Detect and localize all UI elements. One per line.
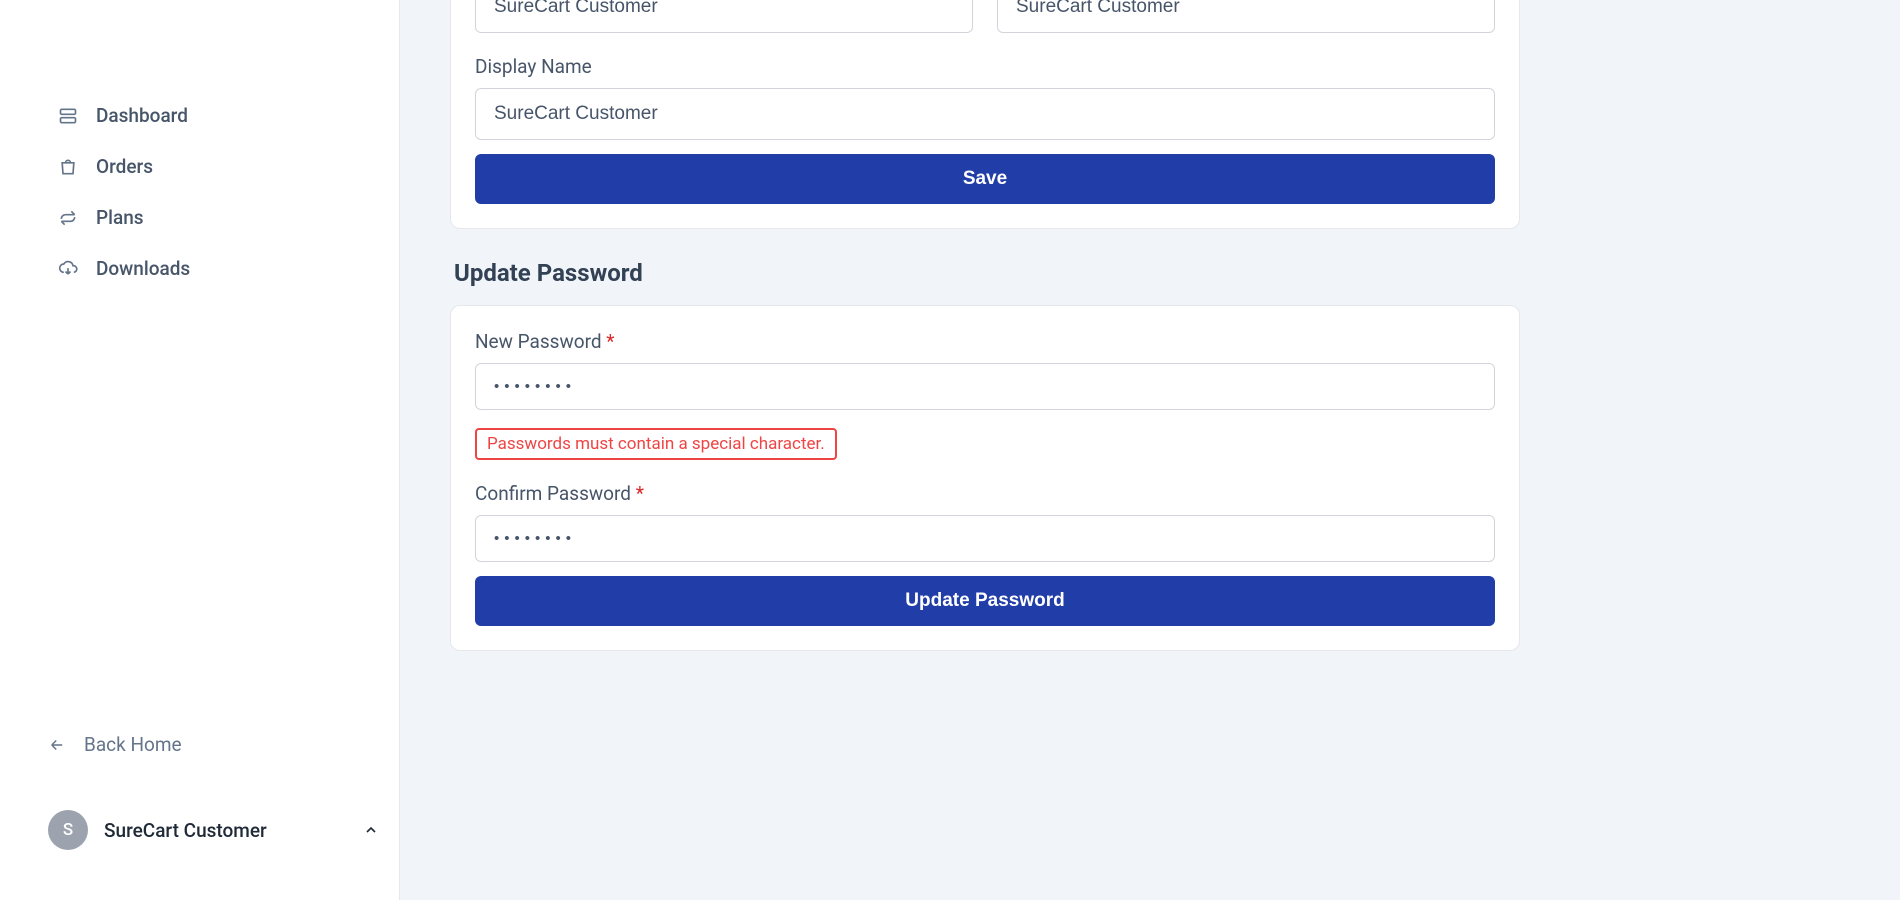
required-mark: * <box>606 330 614 353</box>
user-menu[interactable]: S SureCart Customer <box>0 800 399 860</box>
sidebar-footer: Back Home S SureCart Customer <box>0 719 399 900</box>
back-home-link[interactable]: Back Home <box>0 719 399 770</box>
sidebar-item-label: Downloads <box>96 257 190 280</box>
arrow-left-icon <box>48 736 66 754</box>
profile-card: Display Name Save <box>450 0 1520 229</box>
download-cloud-icon <box>58 259 78 279</box>
confirm-password-label: Confirm Password * <box>475 482 1495 505</box>
back-home-label: Back Home <box>84 733 182 756</box>
update-password-button[interactable]: Update Password <box>475 576 1495 626</box>
confirm-password-field[interactable] <box>475 515 1495 562</box>
sidebar-item-dashboard[interactable]: Dashboard <box>0 90 399 141</box>
sidebar-nav: Dashboard Orders Plans Downloads <box>0 0 399 719</box>
sidebar: Dashboard Orders Plans Downloads <box>0 0 400 900</box>
display-name-field[interactable] <box>475 88 1495 140</box>
sidebar-item-label: Plans <box>96 206 144 229</box>
chevron-up-icon <box>363 822 379 838</box>
password-error: Passwords must contain a special charact… <box>475 428 837 460</box>
confirm-password-label-text: Confirm Password <box>475 482 631 505</box>
dashboard-icon <box>58 106 78 126</box>
refresh-icon <box>58 208 78 228</box>
required-mark: * <box>636 482 644 505</box>
update-password-heading: Update Password <box>454 259 1870 287</box>
avatar: S <box>48 810 88 850</box>
last-name-field[interactable] <box>997 0 1495 33</box>
sidebar-item-label: Dashboard <box>96 104 188 127</box>
sidebar-item-plans[interactable]: Plans <box>0 192 399 243</box>
sidebar-item-orders[interactable]: Orders <box>0 141 399 192</box>
user-name: SureCart Customer <box>104 819 347 842</box>
sidebar-item-downloads[interactable]: Downloads <box>0 243 399 294</box>
password-card: New Password * Passwords must contain a … <box>450 305 1520 651</box>
new-password-label-text: New Password <box>475 330 602 353</box>
main-content: Display Name Save Update Password New Pa… <box>400 0 1900 900</box>
first-name-field[interactable] <box>475 0 973 33</box>
new-password-field[interactable] <box>475 363 1495 410</box>
bag-icon <box>58 157 78 177</box>
avatar-initial: S <box>63 820 73 840</box>
save-button[interactable]: Save <box>475 154 1495 204</box>
display-name-label: Display Name <box>475 55 1495 78</box>
new-password-label: New Password * <box>475 330 1495 353</box>
sidebar-item-label: Orders <box>96 155 153 178</box>
